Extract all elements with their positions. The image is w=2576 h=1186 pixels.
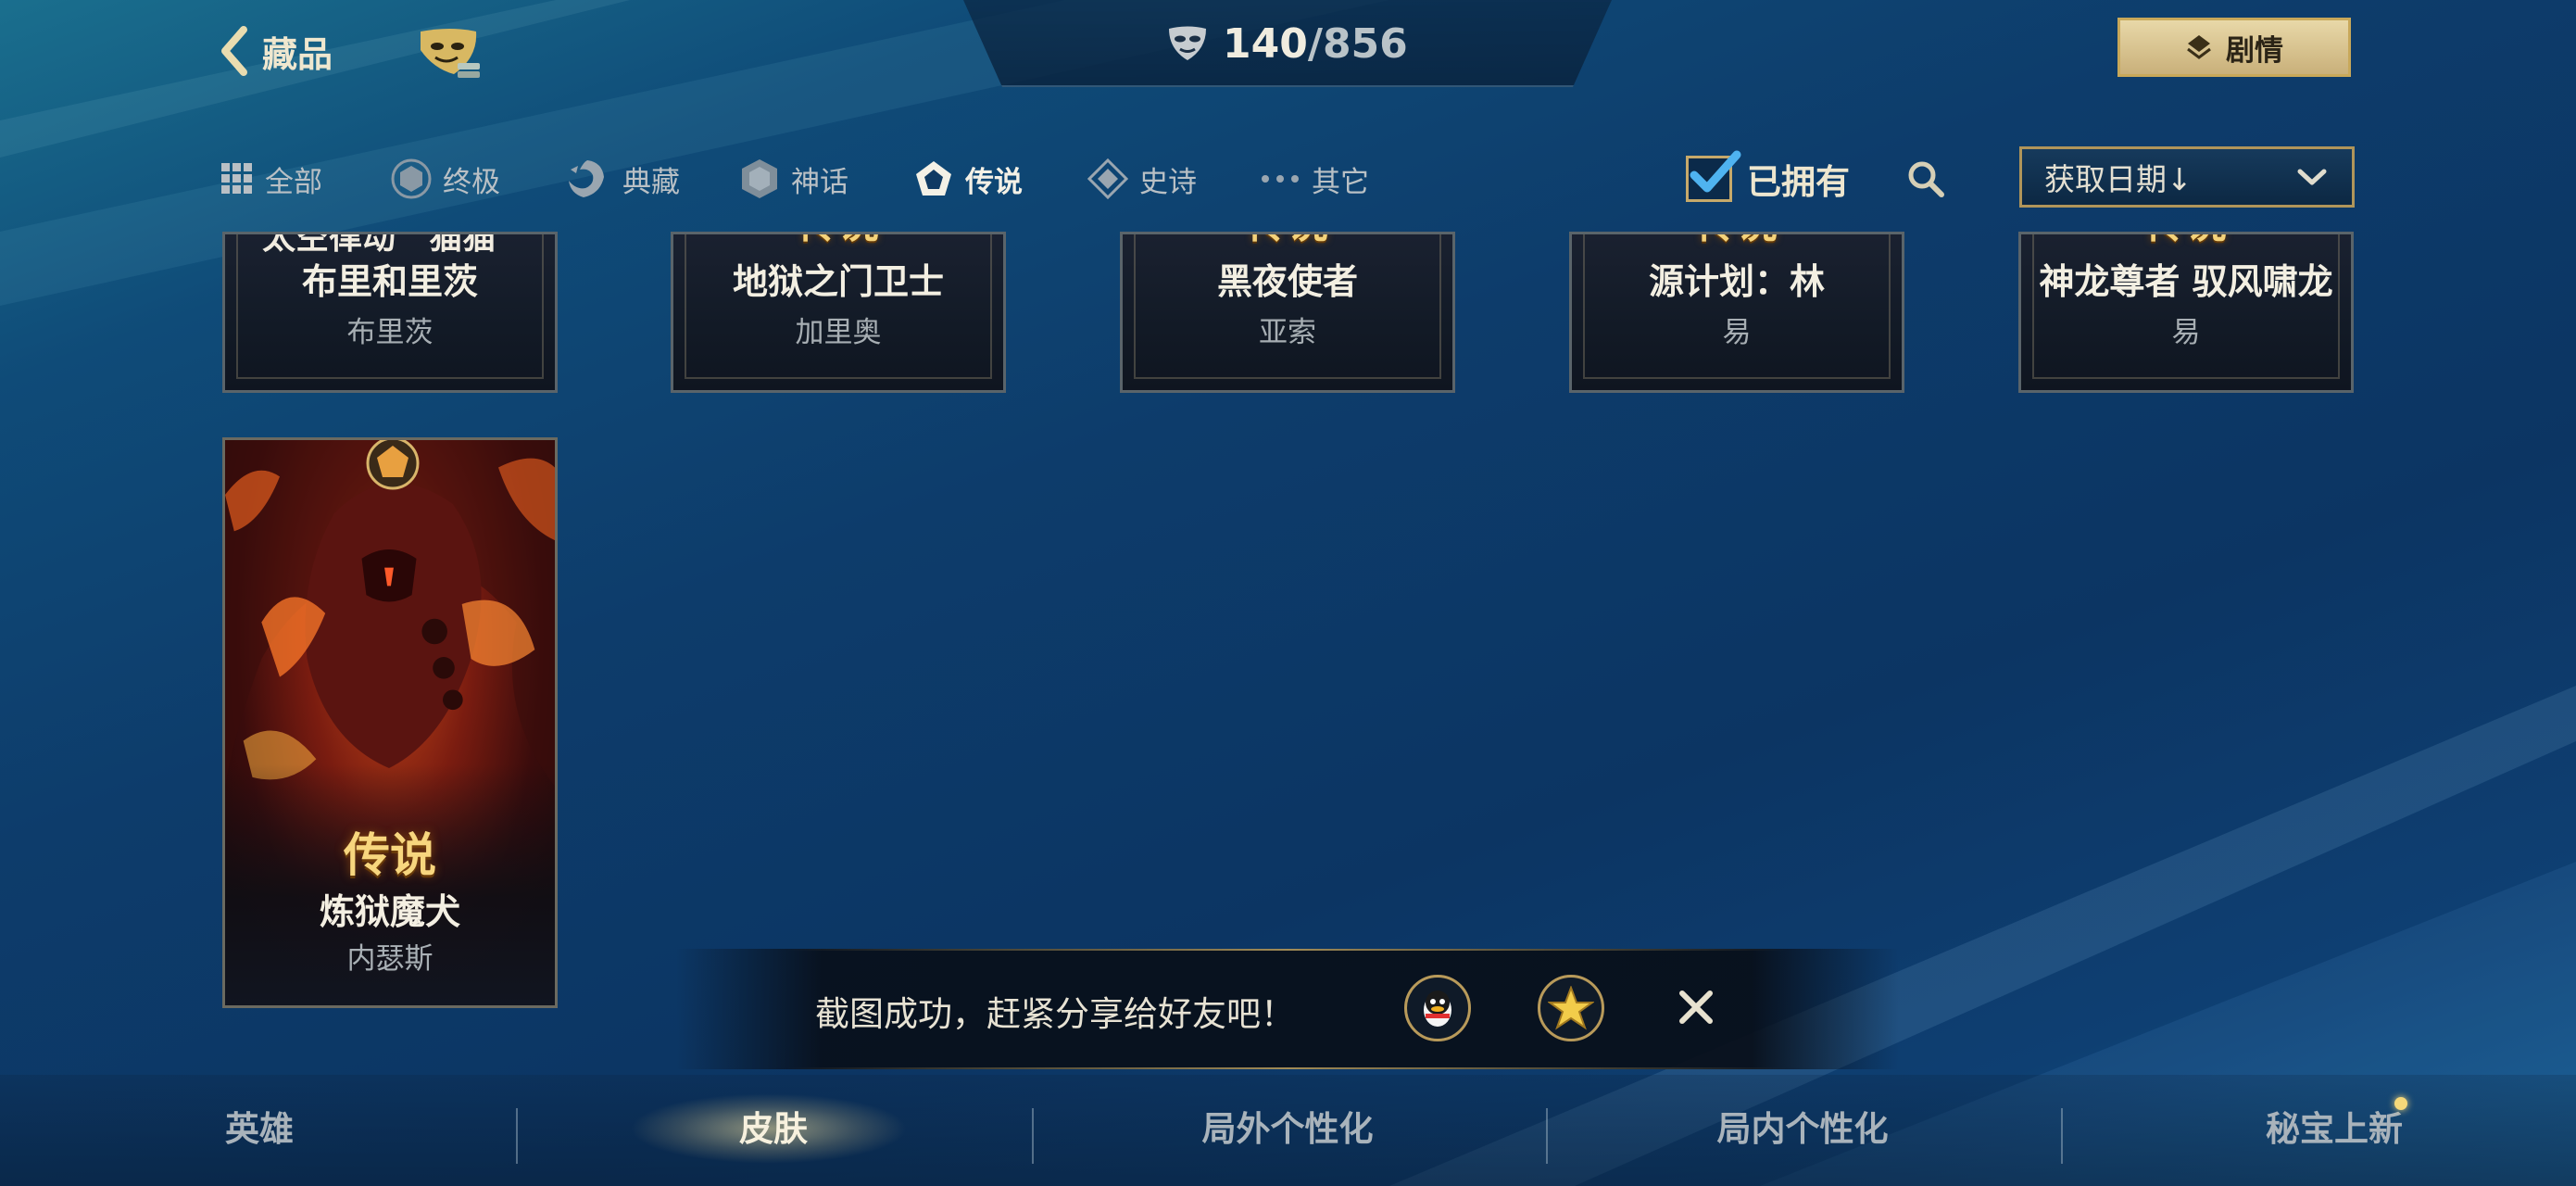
tab-prestige[interactable]: 典藏 [563,156,680,202]
tab-all[interactable]: 全部 [220,156,322,202]
skin-name: 黑夜使者 [1216,261,1358,302]
story-label: 剧情 [2226,33,2283,68]
skin-name: 炼狱魔犬 [319,891,460,932]
skin-card[interactable]: 传说 黑夜使者 亚索 [1120,232,1455,393]
tab-other[interactable]: 其它 [1260,156,1369,202]
nav-treasure-new[interactable]: 秘宝上新 [2205,1101,2464,1153]
share-favorite-button[interactable] [1538,975,1604,1041]
skin-card-featured[interactable]: 传说 炼狱魔犬 内瑟斯 [222,437,558,1008]
skin-name: 布里和里茨 [301,261,478,302]
count-separator: / [1307,19,1323,68]
checkmark-icon [1690,150,1741,193]
nav-outgame-customization[interactable]: 局外个性化 [1102,1101,1473,1153]
sort-dropdown[interactable]: 获取日期↓ [2019,146,2355,208]
skin-card[interactable]: 传说 源计划：林 易 [1569,232,1904,393]
tab-label: 典藏 [622,165,680,199]
nav-skins[interactable]: 皮肤 [681,1101,866,1153]
tab-ultimate[interactable]: 终极 [391,156,500,202]
pentagon-icon [916,161,951,196]
total-count: 856 [1322,19,1408,68]
nav-divider [2061,1108,2063,1164]
back-button[interactable]: 藏品 [218,23,333,79]
nav-divider [516,1108,518,1164]
toast-bottom-line [787,1067,1788,1069]
hexagon-icon [391,158,432,199]
skin-name: 源计划：林 [1648,261,1825,302]
checkbox[interactable] [1686,150,1741,202]
champion-name: 亚索 [1259,316,1316,349]
close-icon[interactable] [1675,986,1717,1028]
skin-card[interactable]: 传说 地狱之门卫士 加里奥 [671,232,1006,393]
nav-ingame-customization[interactable]: 局内个性化 [1617,1101,1988,1153]
legendary-pentagon-badge-icon [366,440,420,490]
sort-selected-value: 获取日期↓ [2044,161,2193,197]
story-button[interactable]: 剧情 [2117,18,2351,77]
skin-name: 地狱之门卫士 [732,261,944,302]
chevron-down-icon [2297,169,2327,185]
skin-name: 神龙尊者 驭风啸龙 [2039,261,2333,302]
nav-divider [1032,1108,1034,1164]
toast-top-line [787,949,1788,951]
diamond-layers-icon [2187,35,2211,59]
champion-name: 加里奥 [795,316,882,349]
skin-tier-label: 传说 [1572,234,1902,249]
skin-card[interactable]: 传说 神龙尊者 驭风啸龙 易 [2018,232,2354,393]
skin-tier-label: 传说 [1123,234,1452,249]
owned-filter-checkbox[interactable]: 已拥有 [1686,148,1850,209]
tab-label: 神话 [791,165,848,199]
nav-heroes[interactable]: 英雄 [167,1101,352,1153]
tab-label: 其它 [1312,165,1369,199]
emote-mask-icon[interactable] [417,26,484,83]
tab-label: 终极 [443,165,500,199]
new-indicator-dot [2394,1097,2407,1110]
skin-tier-label: 传说 [673,234,1003,249]
share-qq-button[interactable] [1404,975,1471,1041]
owned-label: 已拥有 [1747,162,1850,202]
dots-icon [1262,175,1299,183]
collection-counter: 140/856 [1167,19,1408,68]
skin-tier-label: 传说 [2021,234,2351,249]
hexagon-icon [742,159,777,198]
qq-penguin-icon [1424,990,1451,1027]
skin-tier-label: 传说 [344,828,436,882]
tab-label: 史诗 [1139,165,1197,199]
diamond-icon [1087,158,1128,199]
champion-name: 易 [1722,316,1752,349]
page-title: 藏品 [262,33,333,75]
nav-divider [1546,1108,1548,1164]
tab-epic[interactable]: 史诗 [1087,156,1197,202]
chevron-left-icon [221,26,247,76]
tab-label: 全部 [265,165,322,199]
champion-name: 内瑟斯 [346,942,434,976]
mask-icon [1169,26,1206,60]
skin-card[interactable]: 太空律动 “猫猫” 布里和里茨 布里茨 [222,232,558,393]
tab-legendary[interactable]: 传说 [913,156,1023,202]
tab-label: 传说 [965,165,1023,199]
owned-count: 140 [1223,19,1308,68]
champion-name: 易 [2171,316,2201,349]
tab-mythic[interactable]: 神话 [739,156,848,202]
dragon-icon [569,160,604,197]
toast-message: 截图成功，赶紧分享给好友吧！ [815,994,1295,1034]
star-icon [1548,986,1594,1030]
grid-icon [221,163,252,194]
search-icon[interactable] [1904,158,1947,200]
champion-name: 布里茨 [346,316,434,349]
